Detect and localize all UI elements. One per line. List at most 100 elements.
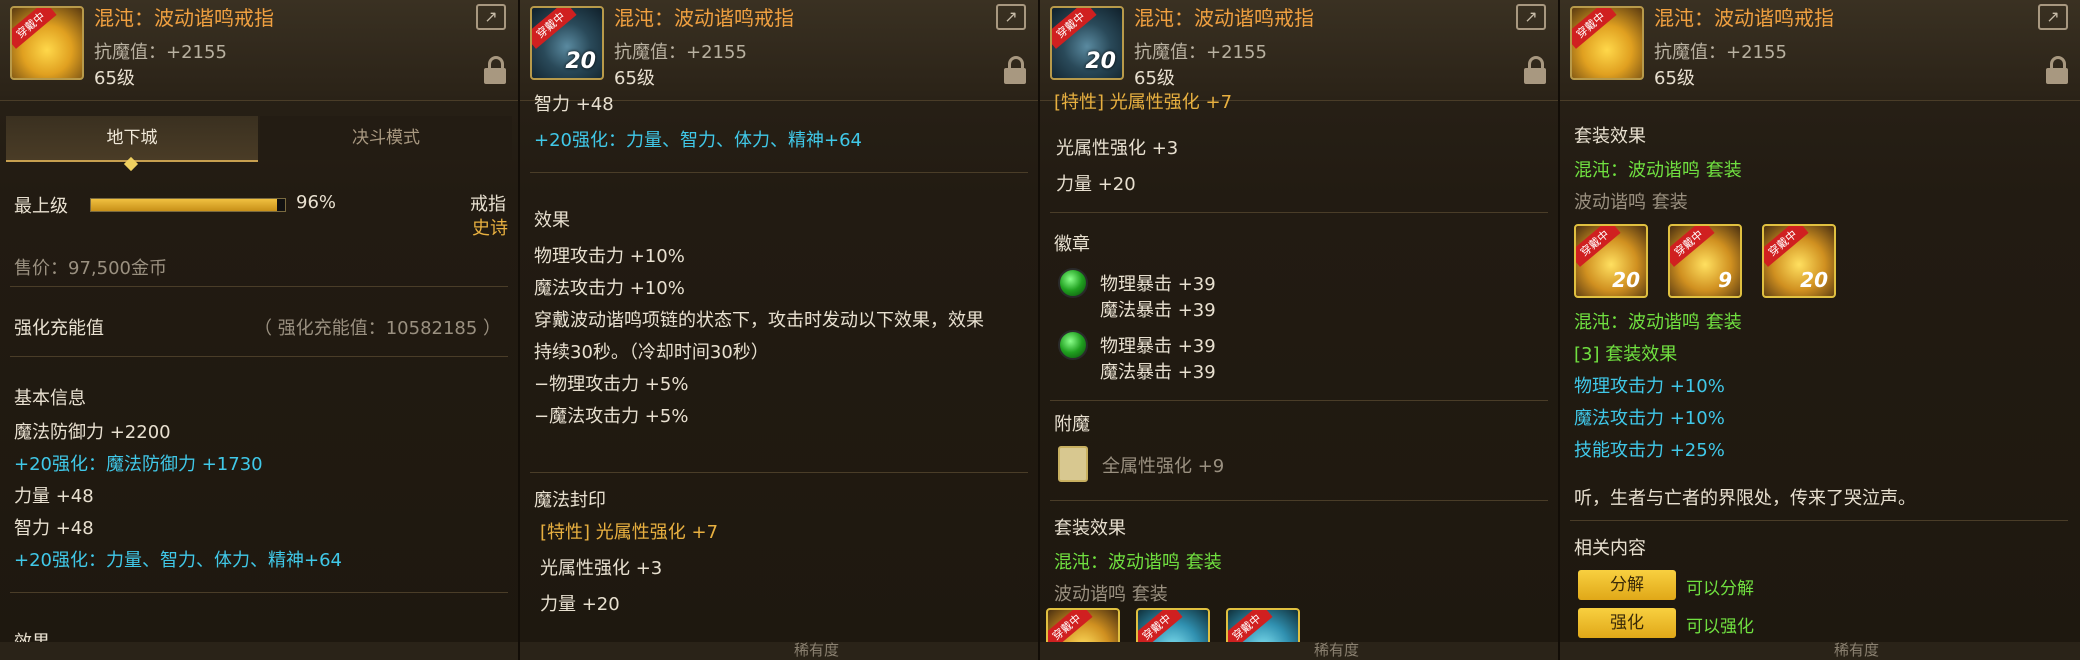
equipped-badge: 穿戴中 xyxy=(532,8,577,49)
item-name: 混沌：波动谐鸣戒指 xyxy=(1134,6,1314,30)
seal-trait: [特性] 光属性强化 +7 xyxy=(540,522,719,543)
tooltip-panel-2: 穿戴中 20 混沌：波动谐鸣戒指 抗魔值：+2155 65级 ↗ 智力 +48 +… xyxy=(520,0,1040,660)
tab-dungeon[interactable]: 地下城 xyxy=(6,116,258,162)
basic-info-header: 基本信息 xyxy=(14,388,86,409)
share-icon[interactable]: ↗ xyxy=(1516,4,1546,30)
ring-icon: 穿戴中 20 xyxy=(1050,6,1124,80)
set-item-icon[interactable]: 穿戴中 20 xyxy=(1574,224,1648,298)
item-type: 戒指 xyxy=(470,194,506,215)
enhance-line: +20强化：力量、智力、体力、精神+64 xyxy=(534,130,862,151)
grade-progress-bar xyxy=(90,198,286,212)
seal-line: 光属性强化 +3 xyxy=(1056,138,1179,159)
enchant-value: 全属性强化 +9 xyxy=(1102,456,1225,477)
grade-label: 最上级 xyxy=(14,196,68,217)
seal-line: 力量 +20 xyxy=(540,594,620,615)
effect-line: −魔法攻击力 +5% xyxy=(534,406,689,427)
stat-line: 力量 +48 xyxy=(14,486,94,507)
seal-header: 魔法封印 xyxy=(534,490,606,511)
item-stat: 抗魔值：+2155 xyxy=(1134,42,1267,63)
green-emblem-icon xyxy=(1058,268,1088,298)
effect-line: −物理攻击力 +5% xyxy=(534,374,689,395)
effect-header: 效果 xyxy=(534,210,570,231)
item-level: 65级 xyxy=(614,68,655,89)
effect-line: 魔法攻击力 +10% xyxy=(534,278,685,299)
item-level: 65级 xyxy=(94,68,135,89)
seal-line: 力量 +20 xyxy=(1056,174,1136,195)
seal-line: 光属性强化 +3 xyxy=(540,558,663,579)
set-item-icon[interactable]: 穿戴中 20 xyxy=(1762,224,1836,298)
equipped-badge: 穿戴中 xyxy=(1572,8,1617,49)
ring-icon: 穿戴中 xyxy=(1570,6,1644,80)
enhance-line: +20强化：力量、智力、体力、精神+64 xyxy=(14,550,342,571)
emblem-stat: 物理暴击 +39 xyxy=(1100,274,1216,295)
enhance-level: 20 xyxy=(1085,49,1116,74)
mode-tabs: 地下城 决斗模式 xyxy=(6,116,512,172)
stat-line: 智力 +48 xyxy=(14,518,94,539)
item-header: 穿戴中 混沌：波动谐鸣戒指 抗魔值：+2155 65级 ↗ xyxy=(1560,0,2080,101)
lock-icon[interactable] xyxy=(1524,56,1546,84)
emblem-stat: 魔法暴击 +39 xyxy=(1100,362,1216,383)
charge-label: 强化充能值 xyxy=(14,318,104,339)
effect-line: 持续30秒。（冷却时间30秒） xyxy=(534,342,769,363)
share-icon[interactable]: ↗ xyxy=(2038,4,2068,30)
equipped-badge: 穿戴中 xyxy=(1052,8,1097,49)
enchant-header: 附魔 xyxy=(1054,414,1090,435)
rarity-footer-label: 稀有度 xyxy=(794,641,840,659)
set-bonus: 物理攻击力 +10% xyxy=(1574,376,1725,397)
share-icon[interactable]: ↗ xyxy=(996,4,1026,30)
enhance-line: +20强化：魔法防御力 +1730 xyxy=(14,454,263,475)
set-sub: 波动谐鸣 套装 xyxy=(1574,192,1688,213)
share-icon[interactable]: ↗ xyxy=(476,4,506,30)
seal-trait-partial: [特性] 光属性强化 +7 xyxy=(1054,92,1233,113)
tooltip-panel-3: 穿戴中 20 混沌：波动谐鸣戒指 抗魔值：+2155 65级 ↗ [特性] 光属性… xyxy=(1040,0,1560,660)
item-stat: 抗魔值：+2155 xyxy=(1654,42,1787,63)
related-header: 相关内容 xyxy=(1574,538,1646,559)
set-bonus: 魔法攻击力 +10% xyxy=(1574,408,1725,429)
item-header: 穿戴中 混沌：波动谐鸣戒指 抗魔值：+2155 65级 ↗ xyxy=(0,0,518,101)
disassemble-text: 可以分解 xyxy=(1686,579,1754,599)
item-name: 混沌：波动谐鸣戒指 xyxy=(614,6,794,30)
item-stat: 抗魔值：+2155 xyxy=(94,42,227,63)
set-name: 混沌：波动谐鸣 套装 xyxy=(1054,552,1222,573)
grade-progress-fill xyxy=(91,199,278,211)
lock-icon[interactable] xyxy=(484,56,506,84)
rarity: 史诗 xyxy=(472,218,508,239)
enhance-text: 可以强化 xyxy=(1686,617,1754,637)
set-bonus: 技能攻击力 +25% xyxy=(1574,440,1725,461)
item-name: 混沌：波动谐鸣戒指 xyxy=(1654,6,1834,30)
effect-line: 物理攻击力 +10% xyxy=(534,246,685,267)
card-icon xyxy=(1058,446,1088,482)
equipped-badge: 穿戴中 xyxy=(12,8,57,49)
set-item-icon[interactable]: 穿戴中 9 xyxy=(1668,224,1742,298)
rarity-footer-label: 稀有度 xyxy=(1834,641,1880,659)
emblem-header: 徽章 xyxy=(1054,234,1090,255)
green-emblem-icon xyxy=(1058,330,1088,360)
set-name: 混沌：波动谐鸣 套装 xyxy=(1574,312,1742,333)
effect-line: 穿戴波动谐鸣项链的状态下，攻击时发动以下效果，效果 xyxy=(534,310,984,331)
tooltip-panel-4: 穿戴中 混沌：波动谐鸣戒指 抗魔值：+2155 65级 ↗ 套装效果 混沌：波动… xyxy=(1560,0,2080,660)
set-bonus-label: [3] 套装效果 xyxy=(1574,344,1678,365)
set-header: 套装效果 xyxy=(1054,518,1126,539)
item-stat: 抗魔值：+2155 xyxy=(614,42,747,63)
tooltip-panel-1: 穿戴中 混沌：波动谐鸣戒指 抗魔值：+2155 65级 ↗ 地下城 决斗模式 最… xyxy=(0,0,520,660)
lock-icon[interactable] xyxy=(2046,56,2068,84)
flavor-text: 听，生者与亡者的界限处，传来了哭泣声。 xyxy=(1574,488,1916,509)
set-name: 混沌：波动谐鸣 套装 xyxy=(1574,160,1742,181)
grade-percent: 96% xyxy=(296,192,337,213)
ring-icon: 穿戴中 20 xyxy=(530,6,604,80)
emblem-stat: 魔法暴击 +39 xyxy=(1100,300,1216,321)
item-level: 65级 xyxy=(1134,68,1175,89)
set-sub: 波动谐鸣 套装 xyxy=(1054,584,1168,605)
enhance-level: 20 xyxy=(565,49,596,74)
lock-icon[interactable] xyxy=(1004,56,1026,84)
disassemble-button[interactable]: 分解 xyxy=(1578,570,1676,600)
tab-pvp[interactable]: 决斗模式 xyxy=(260,116,512,160)
enhance-button[interactable]: 强化 xyxy=(1578,608,1676,638)
stat-line: 魔法防御力 +2200 xyxy=(14,422,171,443)
charge-value: （ 强化充能值：10582185 ） xyxy=(254,318,502,339)
rarity-footer-label: 稀有度 xyxy=(1314,641,1360,659)
ring-icon: 穿戴中 xyxy=(10,6,84,80)
emblem-stat: 物理暴击 +39 xyxy=(1100,336,1216,357)
set-header: 套装效果 xyxy=(1574,126,1646,147)
stat-line-partial: 智力 +48 xyxy=(534,94,614,115)
